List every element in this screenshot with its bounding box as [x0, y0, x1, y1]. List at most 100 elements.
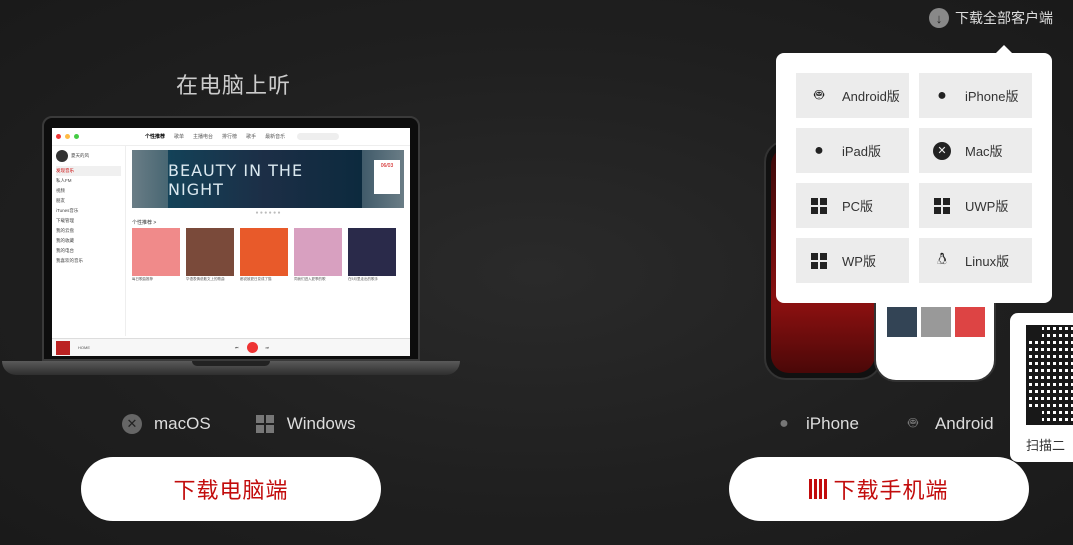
dropdown-item-android[interactable]: 🤖︎ Android版	[796, 73, 909, 118]
app-tab: 歌手	[246, 134, 257, 140]
qr-caption: 扫描二	[1026, 438, 1066, 453]
linux-icon: 🐧︎	[937, 250, 947, 268]
app-titlebar: 个性推荐 歌单 主播电台 排行榜 歌手 最新音乐	[52, 128, 410, 146]
banner-dots: ● ● ● ● ● ●	[255, 210, 281, 216]
cover-image	[294, 228, 342, 276]
app-sidebar: 夏天的风 发现音乐私人FM 视频朋友 iTunes音乐 下载管理我的云盘我的收藏我的电…	[52, 146, 126, 336]
next-icon: ⏭	[265, 345, 270, 350]
download-all-link[interactable]: ↓ 下载全部客户端	[929, 8, 1053, 28]
app-tab: 歌单	[174, 134, 185, 140]
dropdown-item-mac[interactable]: ✕ Mac版	[919, 128, 1032, 173]
app-tab: 个性推荐	[145, 134, 166, 140]
android-icon: 🤖︎	[908, 415, 918, 432]
app-tabs: 个性推荐 歌单 主播电台 排行榜 歌手 最新音乐	[145, 133, 285, 140]
cover-card: 华语表情说散文上的歌曲	[186, 228, 234, 282]
play-icon	[246, 342, 258, 353]
cover-image	[132, 228, 180, 276]
cover-card: 都说被夏日变成了猫	[240, 228, 288, 282]
dropdown-item-ipad[interactable]: ● iPad版	[796, 128, 909, 173]
pc-os-row: ✕ macOS Windows	[122, 414, 356, 434]
x-circle-icon: ✕	[933, 141, 951, 160]
dropdown-item-label: Linux版	[965, 254, 1010, 269]
android-icon: 🤖︎	[814, 86, 824, 104]
android-label: Android	[934, 414, 994, 433]
cover-caption: 华语表情说散文上的歌曲	[186, 277, 225, 281]
dropdown-item-label: UWP版	[965, 199, 1009, 214]
sidebar-item: 我的电台	[56, 248, 74, 253]
download-mobile-button[interactable]: 下载手机端	[729, 457, 1029, 521]
dropdown-item-linux[interactable]: 🐧︎ Linux版	[919, 238, 1032, 283]
mobile-os-row: ● iPhone 🤖︎ Android	[774, 414, 994, 434]
cover-card: 同我们进入夏季的歌	[294, 228, 342, 282]
cover-grid: 每日歌曲推荐 华语表情说散文上的歌曲 都说被夏日变成了猫 同我们进入夏季的歌 在5月里走…	[132, 228, 404, 282]
prev-icon: ⏮	[234, 345, 239, 350]
sidebar-item: 发现音乐	[56, 166, 121, 176]
dropdown-item-label: iPhone版	[965, 89, 1019, 104]
sidebar-item: 我的云盘	[56, 228, 74, 233]
dropdown-item-label: WP版	[842, 254, 876, 269]
download-pc-label: 下载电脑端	[173, 478, 289, 503]
player-track: HOME	[78, 345, 90, 350]
cover-caption: 都说被夏日变成了猫	[240, 277, 272, 281]
cover-image	[186, 228, 234, 276]
banner: BEAUTY IN THE NIGHT 06/03	[132, 150, 404, 208]
rec-title: 个性推荐 >	[132, 220, 157, 226]
app-tab: 主播电台	[193, 134, 214, 140]
sidebar-item: 朋友	[56, 198, 65, 203]
macos-icon: ✕	[122, 414, 142, 434]
laptop-notch	[192, 361, 270, 366]
cover-image	[348, 228, 396, 276]
app-tab: 最新音乐	[265, 134, 286, 140]
cover-card: 在5月里走出的歌手	[348, 228, 396, 282]
download-pc-button[interactable]: 下载电脑端	[81, 457, 381, 521]
sidebar-item: 我的收藏	[56, 238, 74, 243]
dropdown-item-label: Mac版	[965, 144, 1003, 159]
user-name: 夏天的风	[71, 153, 89, 158]
dropdown-item-iphone[interactable]: ● iPhone版	[919, 73, 1032, 118]
download-arrow-icon: ↓	[929, 8, 949, 28]
dropdown-item-label: PC版	[842, 199, 874, 214]
macos-label: macOS	[154, 414, 211, 433]
sidebar-item: 视频	[56, 188, 65, 193]
windows-icon	[811, 197, 827, 214]
player-thumb	[56, 340, 70, 355]
cover-caption: 同我们进入夏季的歌	[294, 277, 326, 281]
avatar	[56, 150, 68, 162]
pc-section-title: 在电脑上听	[176, 73, 292, 98]
download-mobile-label: 下载手机端	[833, 478, 949, 503]
laptop-mockup: 个性推荐 歌单 主播电台 排行榜 歌手 最新音乐 夏天的风 发现音乐私人FM 视频朋友 iTu…	[2, 116, 460, 381]
cover-card: 每日歌曲推荐	[132, 228, 180, 282]
app-main: BEAUTY IN THE NIGHT 06/03 ● ● ● ● ● ● 个性…	[126, 146, 410, 336]
dropdown-item-pc[interactable]: PC版	[796, 183, 909, 228]
dropdown-item-uwp[interactable]: UWP版	[919, 183, 1032, 228]
banner-date: 06/03	[374, 160, 400, 194]
windows-label: Windows	[286, 414, 356, 433]
iphone-label: iPhone	[806, 414, 859, 433]
banner-text: BEAUTY IN THE NIGHT	[168, 150, 362, 208]
app-tab: 排行榜	[222, 134, 238, 140]
apple-icon: ●	[814, 141, 824, 159]
sidebar-item: 私人FM	[56, 178, 72, 183]
cover-image	[240, 228, 288, 276]
windows-icon	[934, 197, 950, 214]
dropdown-item-label: Android版	[842, 89, 900, 104]
app-search	[297, 133, 340, 140]
qr-code-icon	[809, 479, 830, 499]
qr-popup: 扫描二	[1010, 313, 1073, 462]
apple-icon: ●	[937, 86, 947, 104]
client-dropdown: 🤖︎ Android版 ● iPhone版 ● iPad版 ✕ Mac版 PC版 UWP版 WP版 🐧…	[776, 45, 1052, 303]
laptop-screen: 个性推荐 歌单 主播电台 排行榜 歌手 最新音乐 夏天的风 发现音乐私人FM 视频朋友 iTu…	[52, 128, 410, 356]
dropdown-item-wp[interactable]: WP版	[796, 238, 909, 283]
qr-code	[1026, 325, 1073, 425]
apple-icon: ●	[779, 415, 789, 432]
player-bar: HOME ⏮ ⏭	[52, 338, 410, 356]
cover-caption: 在5月里走出的歌手	[348, 277, 378, 281]
sidebar-item: 我喜欢的音乐	[56, 258, 83, 263]
download-all-label: 下载全部客户端	[955, 10, 1053, 26]
cover-caption: 每日歌曲推荐	[132, 277, 153, 281]
sidebar-item: 下载管理	[56, 218, 74, 223]
windows-icon	[255, 415, 274, 433]
windows-icon	[811, 252, 827, 269]
sidebar-item: iTunes音乐	[56, 208, 79, 213]
dropdown-item-label: iPad版	[842, 144, 882, 159]
